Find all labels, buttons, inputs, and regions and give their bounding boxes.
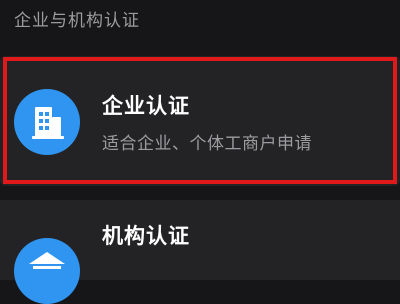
- building-icon: [14, 89, 80, 155]
- institution-title: 机构认证: [102, 224, 190, 248]
- enterprise-description: 适合企业、个体工商户申请: [102, 134, 312, 154]
- enterprise-title: 企业认证: [102, 94, 190, 118]
- section-title: 企业与机构认证: [14, 11, 140, 31]
- institution-icon: [14, 238, 80, 304]
